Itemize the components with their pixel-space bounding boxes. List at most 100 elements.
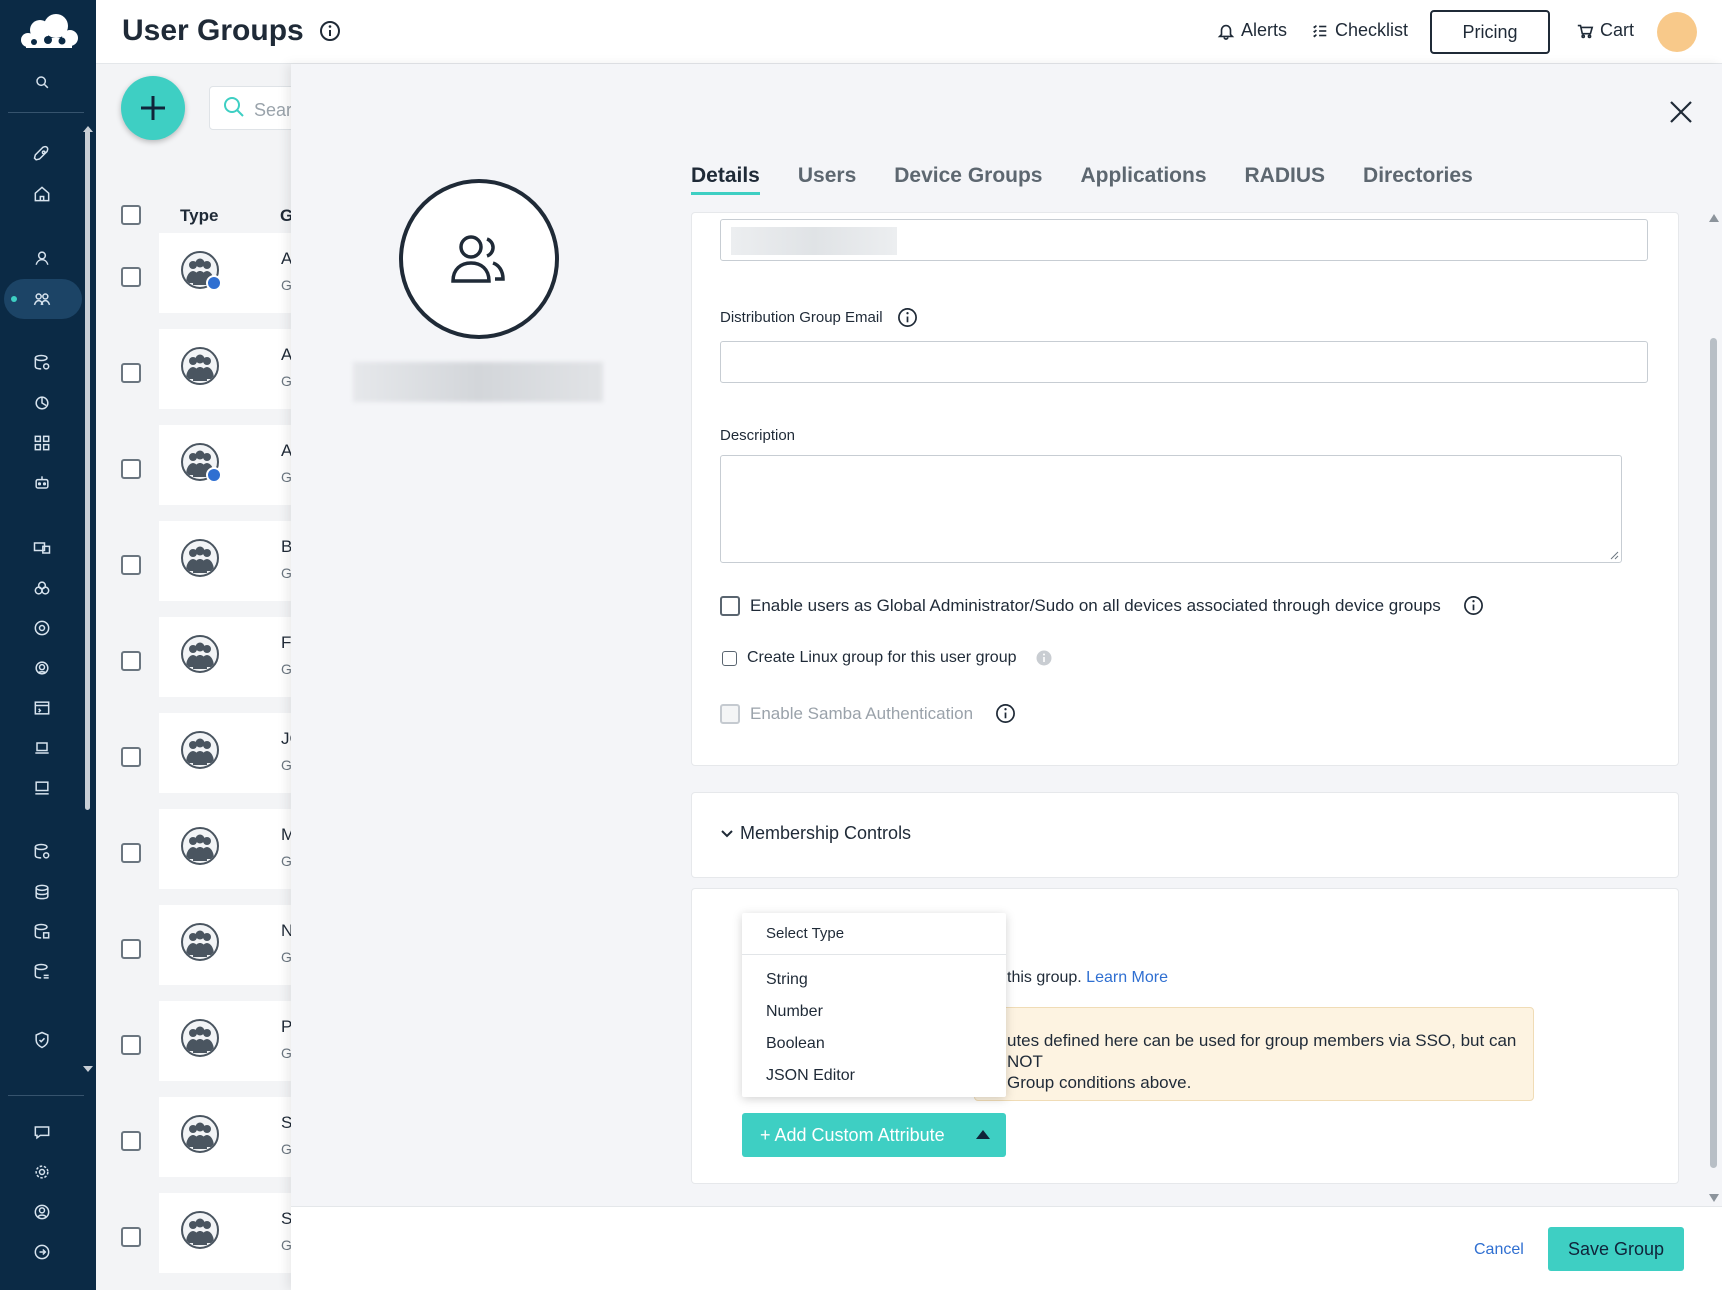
table-row[interactable]: FG (159, 617, 299, 697)
hr-directories-icon[interactable] (30, 960, 54, 984)
row-checkbox[interactable] (121, 651, 141, 671)
jumpcloud-logo-icon[interactable] (18, 12, 80, 48)
column-header-type[interactable]: Type (180, 206, 218, 226)
menu-item-json-editor[interactable]: JSON Editor (766, 1067, 855, 1085)
account-icon[interactable] (30, 1200, 54, 1224)
save-group-button[interactable]: Save Group (1548, 1227, 1684, 1271)
tab-radius[interactable]: RADIUS (1245, 164, 1326, 195)
warning-line-1: utes defined here can be used for group … (1007, 1031, 1517, 1071)
row-checkbox[interactable] (121, 843, 141, 863)
row-checkbox[interactable] (121, 939, 141, 959)
linux-group-checkbox-row[interactable]: Create Linux group for this user group (722, 649, 1052, 667)
info-icon[interactable] (1463, 595, 1484, 616)
table-row[interactable]: MG (159, 809, 299, 889)
close-drawer-button[interactable] (1663, 94, 1699, 130)
search-input[interactable]: Search (209, 86, 311, 130)
table-row[interactable]: PG (159, 1001, 299, 1081)
scroll-down-arrow-icon[interactable] (1709, 1194, 1719, 1202)
row-checkbox[interactable] (121, 459, 141, 479)
row-checkbox[interactable] (121, 363, 141, 383)
cart-link[interactable]: Cart (1576, 20, 1634, 41)
learn-more-link[interactable]: Learn More (1086, 969, 1168, 986)
table-row[interactable]: SG (159, 1193, 299, 1273)
insights-icon[interactable] (30, 391, 54, 415)
sidebar (0, 0, 96, 1290)
shield-icon[interactable] (30, 1028, 54, 1052)
cancel-button[interactable]: Cancel (1474, 1241, 1524, 1259)
menu-item-number[interactable]: Number (766, 1003, 823, 1021)
directory-icon[interactable] (30, 840, 54, 864)
menu-item-string[interactable]: String (766, 971, 808, 989)
cloud-directories-icon[interactable] (30, 880, 54, 904)
logout-icon[interactable] (30, 1240, 54, 1264)
drawer-scrollbar[interactable] (1709, 214, 1719, 1204)
table-row[interactable]: SG (159, 1097, 299, 1177)
tab-applications[interactable]: Applications (1081, 164, 1207, 195)
table-row[interactable]: JCG (159, 713, 302, 793)
resize-handle-icon[interactable] (1609, 550, 1619, 560)
group-name-field[interactable] (720, 219, 1648, 261)
add-group-button[interactable] (121, 76, 185, 140)
scroll-up-arrow-icon[interactable] (83, 126, 93, 132)
software-icon[interactable] (30, 616, 54, 640)
user-groups-icon[interactable] (30, 287, 54, 311)
device-database-icon[interactable] (30, 351, 54, 375)
menu-item-boolean[interactable]: Boolean (766, 1035, 825, 1053)
alerts-label: Alerts (1241, 20, 1288, 40)
linux-group-checkbox[interactable] (722, 650, 737, 666)
description-textarea[interactable] (720, 455, 1622, 563)
scrollbar-thumb[interactable] (1710, 338, 1717, 1168)
alerts-link[interactable]: Alerts (1217, 20, 1287, 41)
commands-icon[interactable] (30, 696, 54, 720)
checklist-link[interactable]: Checklist (1311, 20, 1408, 41)
pricing-button[interactable]: Pricing (1430, 10, 1550, 54)
table-row[interactable]: AG (159, 329, 299, 409)
row-checkbox[interactable] (121, 1035, 141, 1055)
table-row[interactable]: NG (159, 905, 299, 985)
row-checkbox[interactable] (121, 1227, 141, 1247)
row-checkbox[interactable] (121, 1131, 141, 1151)
row-checkbox[interactable] (121, 555, 141, 575)
table-row[interactable]: AG (159, 233, 299, 313)
tab-users[interactable]: Users (798, 164, 856, 195)
sidebar-divider (8, 112, 84, 113)
mdm-icon[interactable] (30, 656, 54, 680)
row-checkbox[interactable] (121, 747, 141, 767)
row-checkbox[interactable] (121, 267, 141, 287)
tab-directories[interactable]: Directories (1363, 164, 1473, 195)
user-icon[interactable] (30, 246, 54, 270)
settings-gear-icon[interactable] (30, 1160, 54, 1184)
agent-icon[interactable] (30, 471, 54, 495)
membership-controls-toggle[interactable]: Membership Controls (720, 823, 911, 844)
select-all-checkbox[interactable] (121, 205, 141, 225)
add-custom-attribute-button[interactable]: + Add Custom Attribute (742, 1113, 1006, 1157)
laptop-icon[interactable] (30, 736, 54, 760)
identity-providers-icon[interactable] (30, 920, 54, 944)
sudo-checkbox[interactable] (720, 595, 740, 616)
chat-icon[interactable] (30, 1120, 54, 1144)
table-row[interactable]: BG (159, 521, 299, 601)
sudo-checkbox-row[interactable]: Enable users as Global Administrator/Sud… (720, 595, 1484, 616)
info-icon[interactable] (319, 20, 341, 42)
rocket-icon[interactable] (30, 142, 54, 166)
search-icon[interactable] (30, 70, 54, 94)
info-icon[interactable] (995, 703, 1016, 724)
policies-icon[interactable] (30, 576, 54, 600)
table-row[interactable]: AG (159, 425, 299, 505)
scroll-down-arrow-icon[interactable] (83, 1066, 93, 1072)
tab-details[interactable]: Details (691, 164, 760, 195)
tab-device-groups[interactable]: Device Groups (894, 164, 1042, 195)
distribution-email-field[interactable] (720, 341, 1648, 383)
samba-checkbox[interactable] (720, 703, 740, 724)
devices-icon[interactable] (30, 536, 54, 560)
info-icon[interactable] (897, 307, 918, 328)
samba-checkbox-row[interactable]: Enable Samba Authentication (720, 703, 1016, 724)
scroll-up-arrow-icon[interactable] (1709, 214, 1719, 222)
select-type-menu: Select Type String Number Boolean JSON E… (742, 913, 1006, 1097)
dashboard-icon[interactable] (30, 431, 54, 455)
info-icon[interactable] (1036, 650, 1052, 666)
sidebar-scrollbar[interactable] (85, 130, 90, 810)
monitor-icon[interactable] (30, 776, 54, 800)
user-avatar[interactable] (1657, 12, 1697, 52)
home-icon[interactable] (30, 182, 54, 206)
